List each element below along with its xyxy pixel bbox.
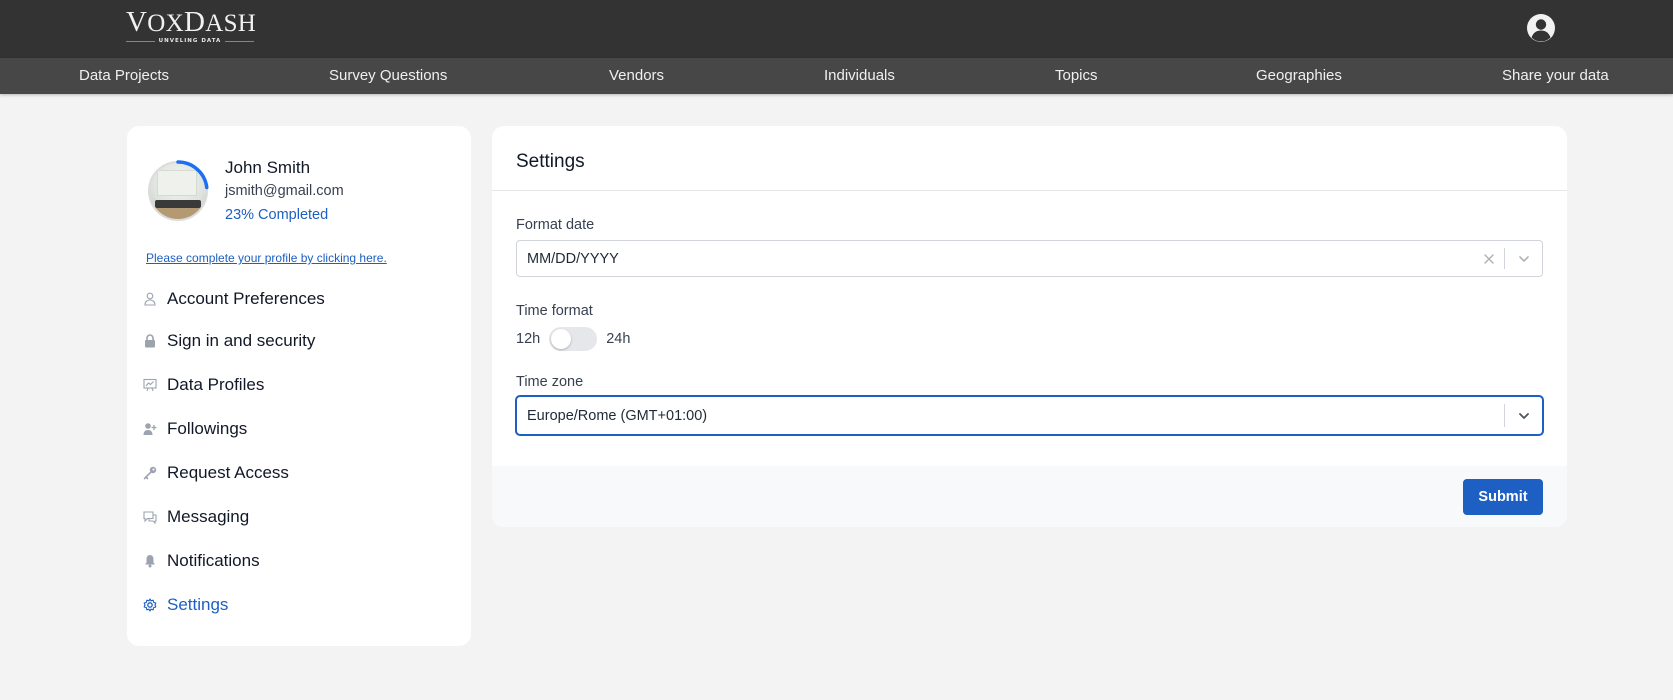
nav-geographies[interactable]: Geographies — [1256, 58, 1342, 94]
time-zone-label: Time zone — [516, 374, 584, 390]
top-bar: VOXDASH UNVELING DATA — [0, 0, 1673, 58]
sidebar-item-label: Request Access — [167, 463, 289, 482]
nav-share-your-data[interactable]: Share your data — [1502, 58, 1609, 94]
profile-progress-ring — [147, 160, 209, 222]
chart-board-icon — [143, 378, 157, 392]
toggle-knob — [551, 329, 572, 349]
sidebar-item-label: Settings — [167, 595, 229, 614]
sidebar-item-sign-in-security[interactable]: Sign in and security — [143, 328, 315, 354]
time-format-toggle[interactable] — [549, 327, 598, 351]
sidebar-item-notifications[interactable]: Notifications — [143, 548, 260, 574]
time-zone-value: Europe/Rome (GMT+01:00) — [527, 407, 708, 424]
logo-wordmark: VOXDASH — [126, 6, 257, 38]
lock-icon — [143, 334, 157, 348]
user-plus-icon — [143, 422, 157, 436]
nav-vendors[interactable]: Vendors — [609, 58, 664, 94]
avatar[interactable] — [147, 160, 209, 222]
time-format-24h-label: 24h — [606, 331, 631, 347]
user-account-icon[interactable] — [1525, 12, 1557, 44]
sidebar-item-settings[interactable]: Settings — [143, 592, 228, 618]
logo-rule-right — [225, 40, 254, 42]
logo-tagline: UNVELING DATA — [158, 38, 222, 44]
main-nav: Data Projects Survey Questions Vendors I… — [0, 58, 1673, 94]
nav-topics[interactable]: Topics — [1055, 58, 1098, 94]
logo-rule-left — [126, 40, 155, 42]
time-format-12h-label: 12h — [516, 331, 541, 347]
sidebar-item-label: Account Preferences — [167, 289, 325, 308]
sidebar-item-label: Data Profiles — [167, 375, 265, 394]
logo-tagline-row: UNVELING DATA — [126, 38, 254, 44]
format-date-value: MM/DD/YYYY — [527, 250, 619, 267]
format-date-label: Format date — [516, 217, 595, 233]
submit-button[interactable]: Submit — [1463, 479, 1543, 515]
nav-survey-questions[interactable]: Survey Questions — [329, 58, 447, 94]
sidebar-item-followings[interactable]: Followings — [143, 416, 247, 442]
page-title: Settings — [516, 151, 585, 172]
sidebar-item-data-profiles[interactable]: Data Profiles — [143, 372, 264, 398]
sidebar-item-label: Sign in and security — [167, 331, 316, 350]
sidebar-item-label: Followings — [167, 419, 248, 438]
profile-email: jsmith@gmail.com — [225, 183, 344, 199]
nav-individuals[interactable]: Individuals — [824, 58, 895, 94]
select-separator — [1504, 248, 1505, 269]
card-footer: Submit — [492, 466, 1567, 527]
sidebar-item-messaging[interactable]: Messaging — [143, 504, 249, 530]
profile-sidebar: John Smith jsmith@gmail.com 23% Complete… — [127, 126, 471, 646]
sidebar-item-label: Messaging — [167, 507, 250, 526]
chat-icon — [143, 510, 157, 524]
complete-profile-link[interactable]: Please complete your profile by clicking… — [146, 251, 387, 265]
chevron-down-icon[interactable] — [1517, 409, 1531, 423]
select-separator — [1504, 404, 1505, 427]
sidebar-item-request-access[interactable]: Request Access — [143, 460, 289, 486]
time-zone-select[interactable]: Europe/Rome (GMT+01:00) — [516, 396, 1543, 435]
profile-name: John Smith — [225, 158, 311, 177]
user-icon — [143, 292, 157, 306]
key-icon — [143, 466, 157, 480]
time-format-label: Time format — [516, 303, 593, 319]
voxdash-logo[interactable]: VOXDASH UNVELING DATA — [126, 6, 257, 46]
chevron-down-icon[interactable] — [1517, 252, 1531, 266]
time-format-toggle-row: 12h 24h — [516, 326, 630, 352]
sidebar-item-label: Notifications — [167, 551, 260, 570]
gear-icon — [143, 598, 157, 612]
settings-card: Settings Format date MM/DD/YYYY Time for… — [492, 126, 1567, 527]
clear-icon[interactable] — [1482, 252, 1496, 266]
format-date-select[interactable]: MM/DD/YYYY — [516, 240, 1543, 277]
nav-data-projects[interactable]: Data Projects — [79, 58, 169, 94]
sidebar-item-account-preferences[interactable]: Account Preferences — [143, 286, 325, 312]
bell-icon — [143, 554, 157, 568]
title-divider — [492, 190, 1567, 191]
profile-completion-status: 23% Completed — [225, 207, 329, 223]
